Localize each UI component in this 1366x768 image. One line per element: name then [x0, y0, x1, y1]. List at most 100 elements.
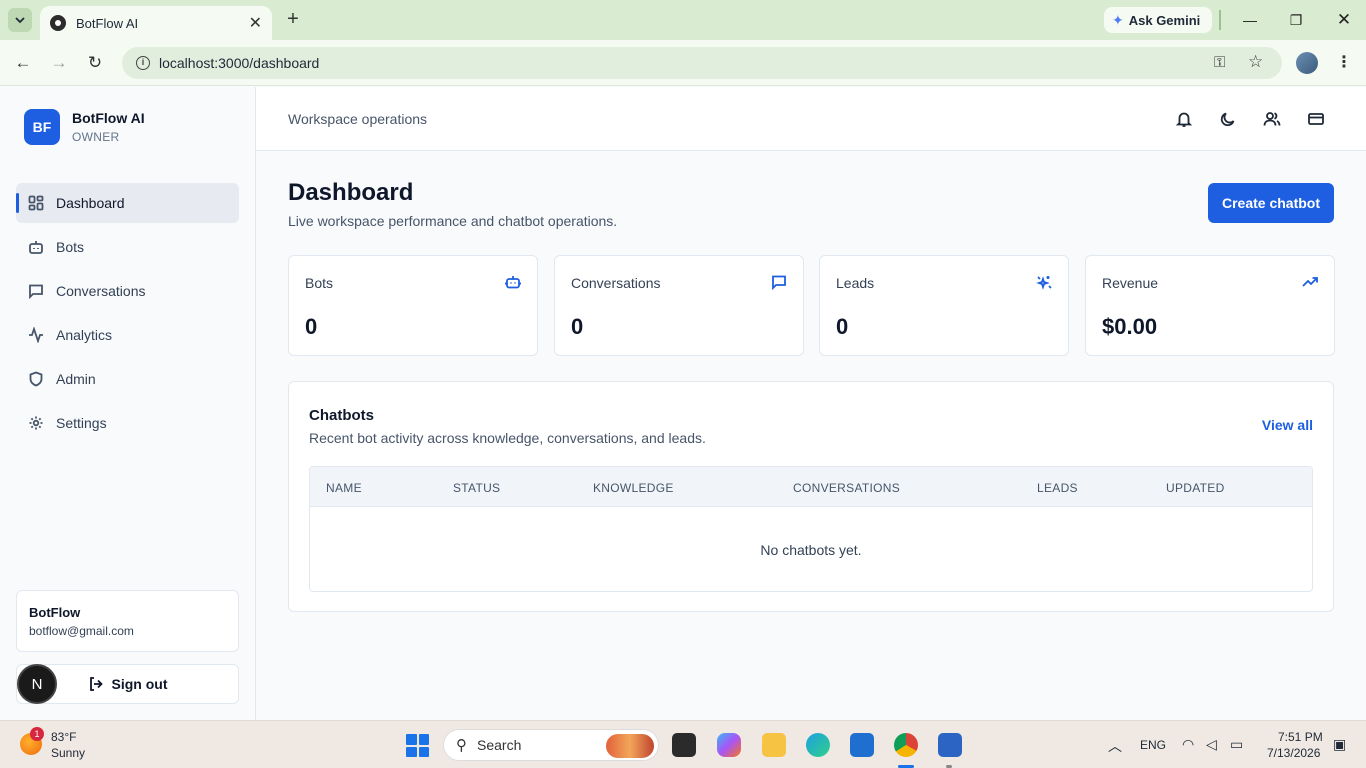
user-card: BotFlow botflow@gmail.com	[16, 590, 239, 652]
users-icon	[1263, 112, 1281, 126]
brand: BF BotFlow AI OWNER	[24, 109, 145, 145]
windows-start-button[interactable]	[406, 734, 429, 757]
column-header[interactable]: LEADS	[1037, 481, 1078, 495]
chatbots-table: NAME STATUS KNOWLEDGE CONVERSATIONS LEAD…	[309, 466, 1313, 592]
battery-icon[interactable]: ▭	[1230, 736, 1243, 753]
clock-date[interactable]: 7/13/2026	[1267, 746, 1320, 760]
sidebar-item-settings[interactable]: Settings	[16, 403, 239, 443]
close-window-button[interactable]: ✕	[1332, 8, 1356, 32]
taskbar-search[interactable]: ⚲ Search	[443, 729, 659, 761]
close-tab-icon[interactable]: ✕	[249, 13, 262, 33]
column-header[interactable]: KNOWLEDGE	[593, 481, 674, 495]
search-icon: ⚲	[456, 737, 467, 754]
sidebar-item-admin[interactable]: Admin	[16, 359, 239, 399]
search-label: Search	[477, 737, 522, 753]
page-subtitle: Live workspace performance and chatbot o…	[288, 213, 618, 229]
notification-center-icon[interactable]: ▣	[1333, 736, 1346, 753]
weather-alert-badge: 1	[30, 727, 44, 741]
sidebar-item-bots[interactable]: Bots	[16, 227, 239, 267]
tray-overflow-icon[interactable]: ︿	[1108, 736, 1122, 756]
store-icon[interactable]	[850, 733, 874, 757]
brand-name: BotFlow AI	[72, 110, 145, 126]
dashboard-icon	[28, 195, 44, 211]
wifi-icon[interactable]: ◠	[1182, 736, 1194, 753]
weather-temperature[interactable]: 83°F	[51, 730, 76, 744]
forward-button[interactable]: →	[48, 52, 70, 74]
activity-icon	[29, 327, 43, 343]
password-key-icon[interactable]: ⚿	[1214, 54, 1225, 71]
sidebar-item-analytics[interactable]: Analytics	[16, 315, 239, 355]
message-icon	[771, 274, 787, 291]
user-role: OWNER	[72, 130, 120, 144]
theme-toggle-button[interactable]	[1219, 110, 1237, 128]
page-title: Dashboard	[288, 179, 414, 206]
address-bar[interactable]: i localhost:3000/dashboard	[122, 47, 1282, 79]
browser-tab-strip: BotFlow AI ✕ + ✦ Ask Gemini — ❐ ✕	[0, 0, 1366, 40]
create-chatbot-button[interactable]: Create chatbot	[1208, 183, 1334, 223]
tab-favicon-icon	[50, 15, 66, 31]
sparkle-icon	[1036, 274, 1052, 290]
account-button[interactable]	[1263, 110, 1281, 128]
clock-time[interactable]: 7:51 PM	[1278, 730, 1323, 744]
restore-button[interactable]: ❐	[1284, 8, 1308, 32]
ask-gemini-button[interactable]: ✦ Ask Gemini	[1104, 7, 1212, 33]
sidebar-item-conversations[interactable]: Conversations	[16, 271, 239, 311]
nextjs-dev-badge[interactable]: N	[17, 664, 57, 704]
bookmark-star-icon[interactable]: ☆	[1248, 52, 1263, 72]
browser-menu-icon[interactable]: ⋮	[1336, 52, 1352, 72]
sidebar-item-dashboard[interactable]: Dashboard	[16, 183, 239, 223]
reload-button[interactable]: ↻	[84, 52, 106, 74]
stat-card-leads: Leads 0	[819, 255, 1069, 356]
sidebar-item-label: Bots	[56, 239, 85, 255]
chrome-icon[interactable]	[894, 733, 918, 757]
trending-up-icon	[1302, 274, 1318, 290]
sidebar-item-label: Dashboard	[56, 195, 125, 211]
browser-tab[interactable]: BotFlow AI ✕	[40, 6, 272, 40]
weather-condition[interactable]: Sunny	[51, 746, 85, 760]
powershell-icon[interactable]	[938, 733, 962, 757]
chevron-down-icon	[15, 17, 25, 24]
sidebar-item-label: Settings	[56, 415, 107, 431]
new-tab-button[interactable]: +	[282, 8, 304, 30]
edge-browser-icon[interactable]	[806, 733, 830, 757]
volume-icon[interactable]: ◁	[1206, 736, 1217, 753]
language-indicator[interactable]: ENG	[1140, 738, 1166, 752]
panel-title: Chatbots	[309, 407, 374, 424]
brand-logo: BF	[24, 109, 60, 145]
stat-value: 0	[836, 314, 849, 339]
divider	[1219, 10, 1221, 30]
moon-icon	[1220, 112, 1235, 127]
taskbar: 1 83°F Sunny ⚲ Search ︿ ENG ◠ ◁ ▭ 7:51 P…	[0, 720, 1366, 768]
empty-state: No chatbots yet.	[760, 542, 862, 558]
sidebar: BF BotFlow AI OWNER Dashboard Bots Conve…	[0, 87, 256, 720]
profile-avatar[interactable]	[1296, 52, 1318, 74]
column-header[interactable]: CONVERSATIONS	[793, 481, 900, 495]
stat-card-conversations: Conversations 0	[554, 255, 804, 356]
stat-label: Conversations	[571, 275, 661, 291]
bot-icon	[29, 241, 43, 254]
main-content: Workspace operations Dashboard Live work…	[256, 87, 1366, 720]
file-explorer-icon[interactable]	[762, 733, 786, 757]
gemini-icon: ✦	[1112, 11, 1124, 28]
copilot-icon[interactable]	[717, 733, 741, 757]
tab-search-button[interactable]	[8, 8, 32, 32]
column-header[interactable]: STATUS	[453, 481, 500, 495]
bot-icon	[504, 274, 522, 290]
sign-out-label: Sign out	[111, 676, 168, 692]
stat-card-revenue: Revenue $0.00	[1085, 255, 1335, 356]
back-button[interactable]: ←	[12, 52, 34, 74]
minimize-button[interactable]: —	[1238, 8, 1262, 32]
column-header[interactable]: UPDATED	[1166, 481, 1225, 495]
credit-card-icon	[1308, 113, 1324, 125]
ask-gemini-label: Ask Gemini	[1128, 12, 1201, 28]
browser-toolbar: ← → ↻ i localhost:3000/dashboard ⚿ ☆ ⋮	[0, 40, 1366, 86]
view-all-link[interactable]: View all	[1262, 417, 1313, 433]
column-header[interactable]: NAME	[326, 481, 362, 495]
billing-button[interactable]	[1307, 110, 1325, 128]
stat-card-bots: Bots 0	[288, 255, 538, 356]
site-info-icon[interactable]: i	[136, 56, 150, 70]
panel-subtitle: Recent bot activity across knowledge, co…	[309, 430, 706, 446]
notifications-button[interactable]	[1175, 110, 1193, 128]
stat-label: Revenue	[1102, 275, 1159, 291]
task-view-icon[interactable]	[672, 733, 696, 757]
